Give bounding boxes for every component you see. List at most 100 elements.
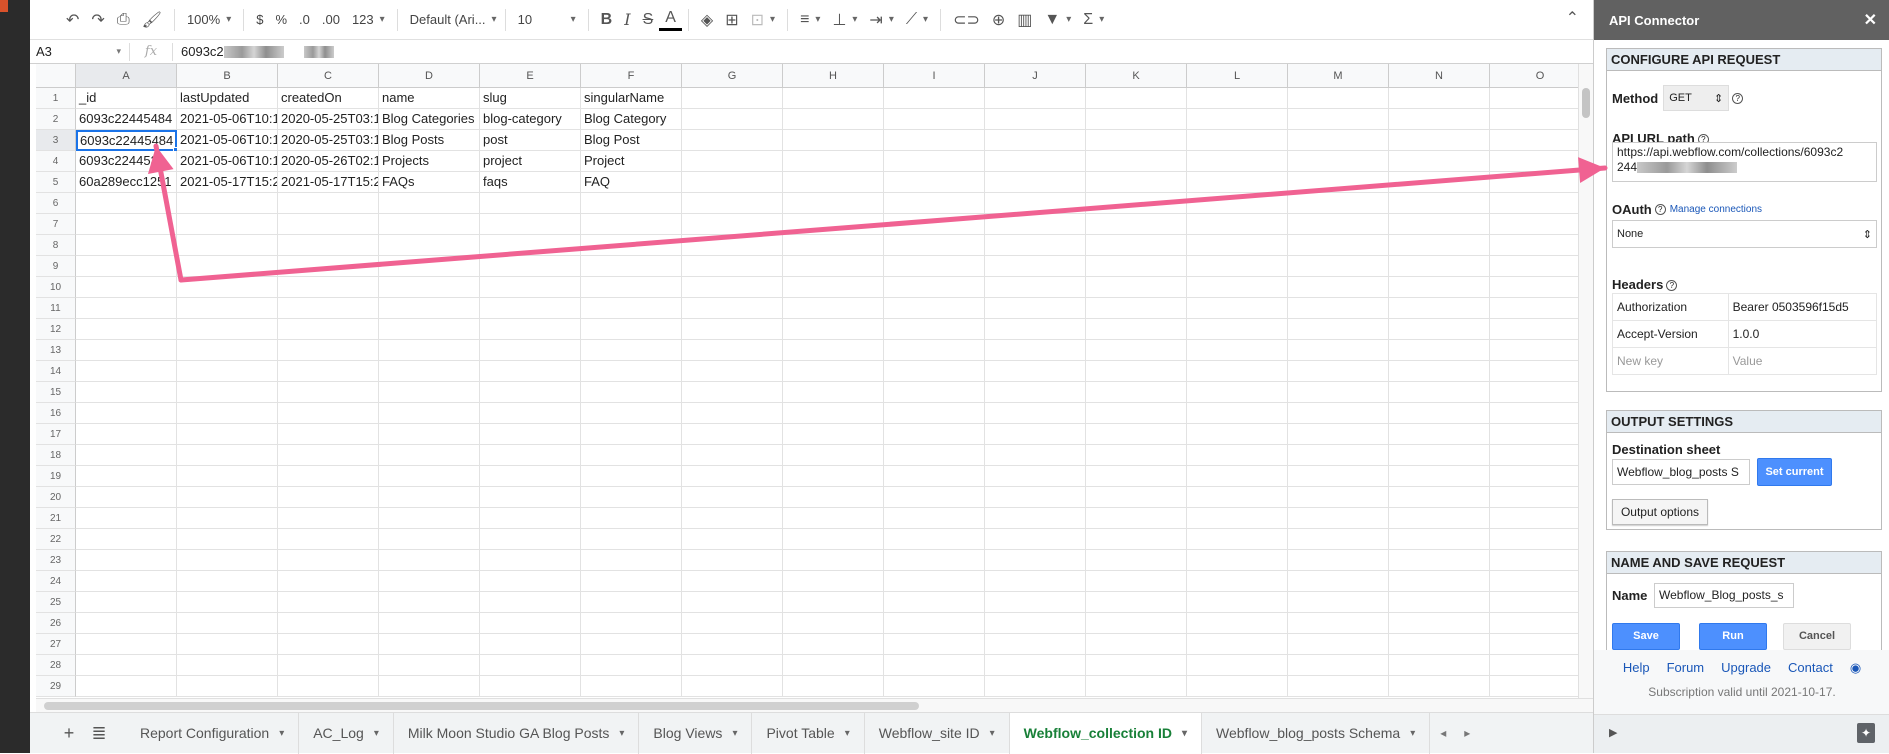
cell-N24[interactable] [1389,571,1490,592]
cell-H10[interactable] [783,277,884,298]
cell-I25[interactable] [884,592,985,613]
cell-L25[interactable] [1187,592,1288,613]
borders-icon[interactable]: ⊞ [719,7,744,33]
cell-H3[interactable] [783,130,884,151]
cell-I18[interactable] [884,445,985,466]
cell-G14[interactable] [682,361,783,382]
column-header-H[interactable]: H [783,64,884,88]
cell-M9[interactable] [1288,256,1389,277]
sheet-tab[interactable]: Webflow_blog_posts Schema ▾ [1202,712,1431,754]
sheet-tab-menu-icon[interactable]: ▾ [619,728,624,739]
font-select[interactable]: Default (Ari... [404,7,499,33]
cell-A3[interactable]: 6093c22445484 [76,130,177,151]
cell-H29[interactable] [783,676,884,697]
cell-C14[interactable] [278,361,379,382]
cell-A25[interactable] [76,592,177,613]
cell-D11[interactable] [379,298,480,319]
cell-G27[interactable] [682,634,783,655]
cell-O16[interactable] [1490,403,1578,424]
cell-O18[interactable] [1490,445,1578,466]
cell-G4[interactable] [682,151,783,172]
cell-D27[interactable] [379,634,480,655]
cell-F25[interactable] [581,592,682,613]
cell-B7[interactable] [177,214,278,235]
cell-O25[interactable] [1490,592,1578,613]
cell-D8[interactable] [379,235,480,256]
sheet-tab[interactable]: Blog Views ▾ [639,712,753,754]
cell-L17[interactable] [1187,424,1288,445]
decrease-decimal-button[interactable]: .0 [293,7,316,33]
cell-A1[interactable]: _id [76,88,177,109]
cell-J1[interactable] [985,88,1086,109]
cell-G21[interactable] [682,508,783,529]
fill-color-icon[interactable]: ◈ [695,7,719,33]
cell-K4[interactable] [1086,151,1187,172]
cell-H5[interactable] [783,172,884,193]
cell-A27[interactable] [76,634,177,655]
cell-A15[interactable] [76,382,177,403]
cell-N4[interactable] [1389,151,1490,172]
cell-H24[interactable] [783,571,884,592]
cell-C21[interactable] [278,508,379,529]
cell-K23[interactable] [1086,550,1187,571]
cell-B20[interactable] [177,487,278,508]
cell-A26[interactable] [76,613,177,634]
row-header[interactable]: 28 [36,655,76,676]
cell-C11[interactable] [278,298,379,319]
cell-N2[interactable] [1389,109,1490,130]
cell-B5[interactable]: 2021-05-17T15:2 [177,172,278,193]
cell-L29[interactable] [1187,676,1288,697]
cell-J18[interactable] [985,445,1086,466]
more-formats-button[interactable]: 123 [346,7,391,33]
cell-A12[interactable] [76,319,177,340]
cell-D3[interactable]: Blog Posts [379,130,480,151]
cell-B6[interactable] [177,193,278,214]
cell-K10[interactable] [1086,277,1187,298]
cell-H13[interactable] [783,340,884,361]
cell-C24[interactable] [278,571,379,592]
cell-B23[interactable] [177,550,278,571]
cell-L9[interactable] [1187,256,1288,277]
sheet-tab-menu-icon[interactable]: ▾ [374,728,379,739]
cell-A8[interactable] [76,235,177,256]
cell-D7[interactable] [379,214,480,235]
cell-H23[interactable] [783,550,884,571]
cell-J4[interactable] [985,151,1086,172]
cell-O21[interactable] [1490,508,1578,529]
set-current-button[interactable]: Set current [1757,458,1832,486]
new-value-input[interactable]: Value [1727,347,1878,375]
cell-B10[interactable] [177,277,278,298]
add-sheet-button[interactable]: + [54,723,84,744]
cell-E14[interactable] [480,361,581,382]
cell-N16[interactable] [1389,403,1490,424]
row-header[interactable]: 9 [36,256,76,277]
cell-E27[interactable] [480,634,581,655]
cell-E25[interactable] [480,592,581,613]
cell-I22[interactable] [884,529,985,550]
cell-A6[interactable] [76,193,177,214]
cell-F22[interactable] [581,529,682,550]
row-header[interactable]: 27 [36,634,76,655]
spreadsheet-grid[interactable]: A B C D E F G H I J K L M N O 1 _id lastUpdated createdOn n… [36,64,1578,705]
cell-O7[interactable] [1490,214,1578,235]
cell-O1[interactable] [1490,88,1578,109]
horizontal-align-icon[interactable]: ≡ [794,7,826,33]
cell-C23[interactable] [278,550,379,571]
sheet-tab[interactable]: AC_Log ▾ [299,712,394,754]
cell-L26[interactable] [1187,613,1288,634]
cell-H20[interactable] [783,487,884,508]
sheet-tab-menu-icon[interactable]: ▾ [732,728,737,739]
cell-B15[interactable] [177,382,278,403]
cell-G2[interactable] [682,109,783,130]
bold-icon[interactable]: B [595,7,619,33]
cell-G19[interactable] [682,466,783,487]
cell-G22[interactable] [682,529,783,550]
cell-E7[interactable] [480,214,581,235]
cell-O2[interactable] [1490,109,1578,130]
cell-F14[interactable] [581,361,682,382]
cell-E15[interactable] [480,382,581,403]
cell-G12[interactable] [682,319,783,340]
cell-I6[interactable] [884,193,985,214]
row-header[interactable]: 19 [36,466,76,487]
select-all-corner[interactable] [36,64,76,88]
